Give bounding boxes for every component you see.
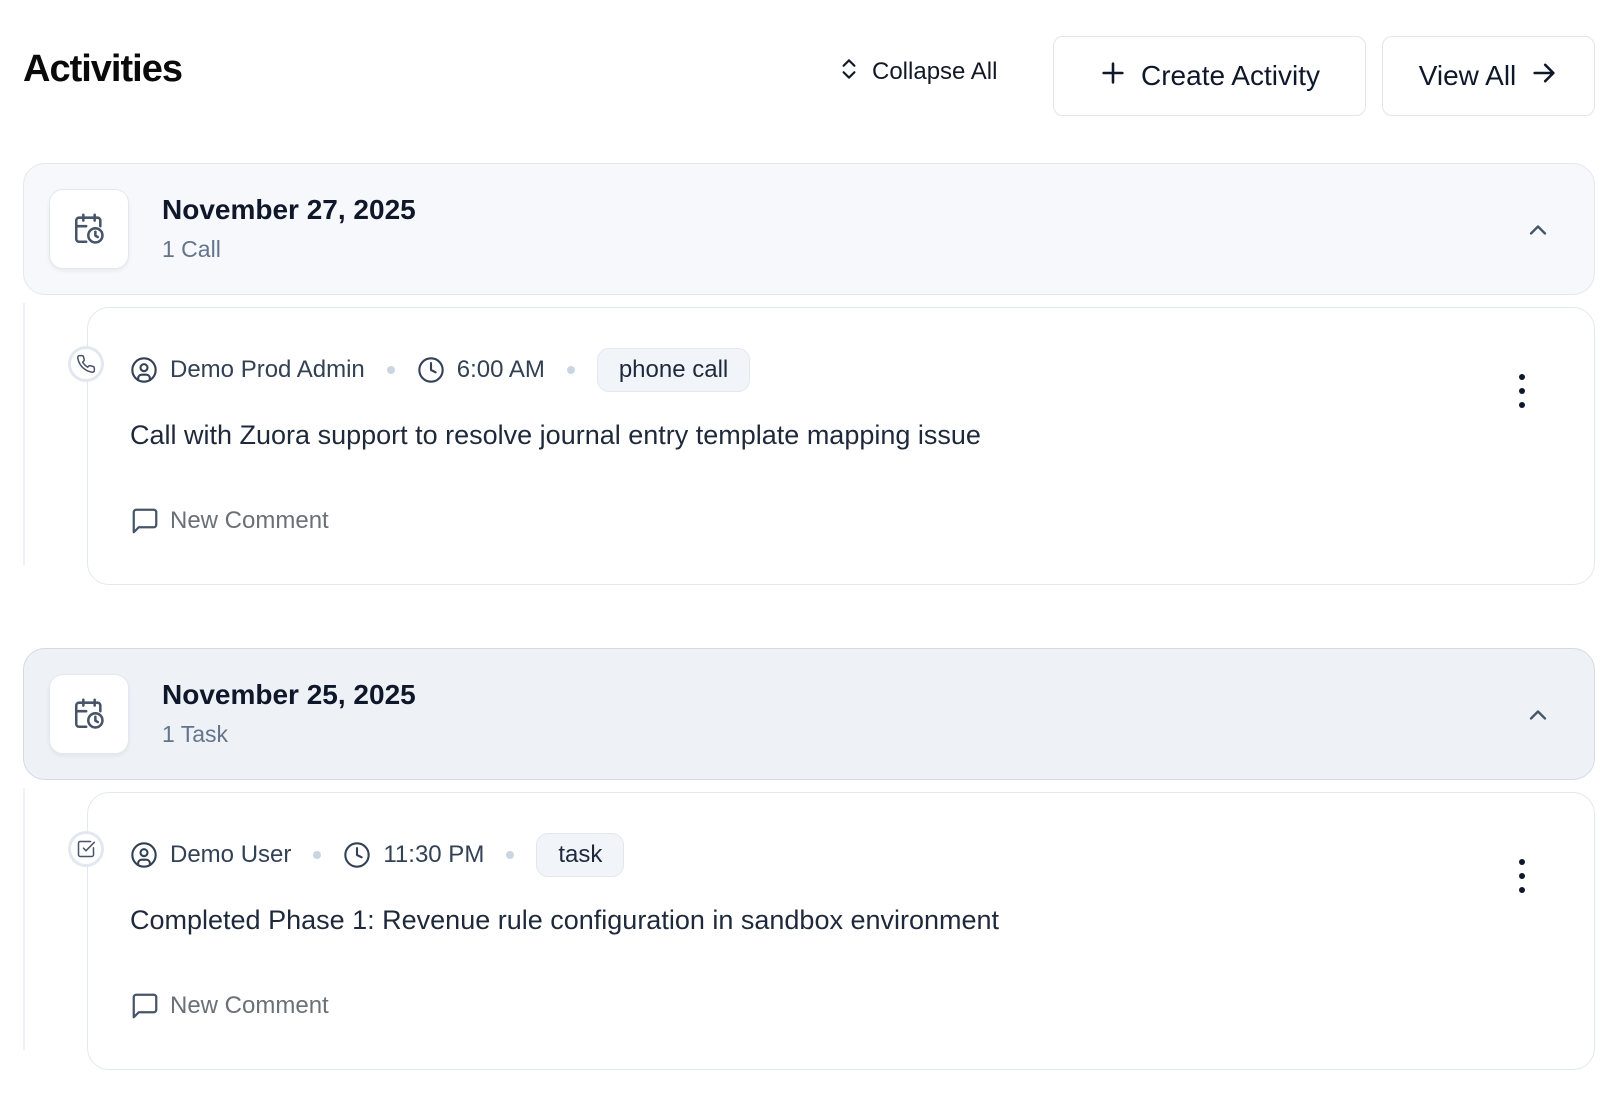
meta-separator [386, 366, 395, 374]
calendar-clock-icon [49, 674, 129, 754]
checkbox-icon [68, 831, 104, 867]
meta-separator [506, 851, 515, 859]
activity-type-tag: task [536, 833, 625, 877]
group-date: November 27, 2025 [162, 194, 416, 225]
more-options-icon[interactable] [1516, 374, 1528, 408]
group-header[interactable]: November 25, 2025 1 Task [23, 648, 1595, 780]
new-comment-button[interactable]: New Comment [130, 989, 329, 1023]
user-circle-icon [130, 356, 158, 384]
activity-time: 11:30 PM [383, 841, 485, 868]
activity-user: Demo User [170, 841, 292, 868]
activity-card: Demo User 11:30 PM task Completed Phase … [68, 792, 1595, 1070]
group-header[interactable]: November 27, 2025 1 Call [23, 163, 1595, 295]
meta-separator [313, 851, 322, 859]
group-count: 1 Call [162, 236, 221, 262]
new-comment-label: New Comment [170, 507, 329, 534]
page-title: Activities [23, 48, 183, 90]
comment-icon [132, 993, 158, 1019]
clock-icon [417, 356, 445, 384]
activity-card: Demo Prod Admin 6:00 AM phone call Call … [68, 307, 1595, 585]
create-activity-button[interactable]: Create Activity [1053, 36, 1366, 116]
more-options-icon[interactable] [1516, 859, 1528, 893]
create-activity-label: Create Activity [1141, 60, 1320, 91]
activity-time: 6:00 AM [456, 356, 545, 383]
activity-description: Completed Phase 1: Revenue rule configur… [130, 905, 1000, 935]
new-comment-label: New Comment [170, 992, 329, 1019]
view-all-button[interactable]: View All [1382, 36, 1595, 116]
user-circle-icon [130, 841, 158, 869]
timeline-line [23, 303, 25, 565]
activities-header: Activities Collapse All Create Activity … [23, 36, 1595, 116]
phone-icon [68, 346, 104, 382]
new-comment-button[interactable]: New Comment [130, 504, 329, 538]
collapse-all-label: Collapse All [872, 58, 998, 85]
activity-user: Demo Prod Admin [170, 356, 365, 383]
chevron-up-icon[interactable] [1524, 216, 1552, 244]
view-all-label: View All [1418, 60, 1517, 91]
activity-meta: Demo User 11:30 PM task [130, 833, 625, 877]
chevron-up-icon[interactable] [1524, 701, 1552, 729]
chevron-up-down-icon [836, 56, 862, 89]
group-date: November 25, 2025 [162, 679, 416, 710]
timeline-line [23, 788, 25, 1050]
activity-description: Call with Zuora support to resolve journ… [130, 420, 981, 450]
activity-group: November 27, 2025 1 Call Demo Prod Admin… [23, 163, 1595, 585]
calendar-clock-icon [49, 189, 129, 269]
clock-icon [343, 841, 371, 869]
arrow-right-icon [1530, 59, 1558, 94]
plus-icon [1099, 59, 1127, 94]
activities-page: Activities Collapse All Create Activity … [0, 0, 1618, 1100]
activity-group: November 25, 2025 1 Task Demo User 11:30… [23, 648, 1595, 1070]
activity-meta: Demo Prod Admin 6:00 AM phone call [130, 348, 751, 392]
activity-type-tag: phone call [596, 348, 751, 392]
comment-icon [132, 508, 158, 534]
group-count: 1 Task [162, 721, 229, 747]
meta-separator [566, 366, 575, 374]
collapse-all-button[interactable]: Collapse All [836, 52, 997, 92]
